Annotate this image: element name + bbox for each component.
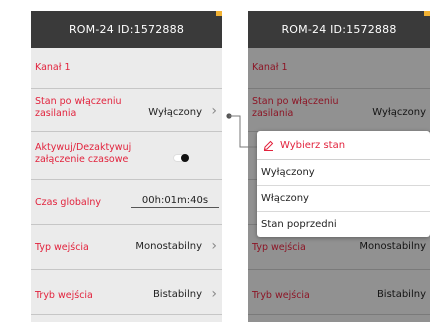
toggle-knob bbox=[181, 154, 189, 162]
input-mode-value: Bistabilny bbox=[152, 289, 202, 300]
device-title: ROM-24 ID:1572888 bbox=[68, 23, 185, 36]
device-title: ROM-24 ID:1572888 bbox=[281, 23, 397, 36]
input-type-row[interactable]: Typ wejścia Monostabilny › bbox=[31, 225, 222, 270]
global-time-label: Czas globalny bbox=[35, 197, 102, 208]
input-type-label: Typ wejścia bbox=[35, 242, 89, 253]
header-accent bbox=[216, 11, 222, 16]
power-on-state-row[interactable]: Stan po włączeniu zasilania Wyłączony › bbox=[31, 89, 222, 132]
option-on[interactable]: Włączony bbox=[257, 186, 430, 212]
timer-toggle-label: Aktywuj/Dezaktywuj załączenie czasowe bbox=[35, 142, 132, 165]
chevron-right-icon: › bbox=[211, 103, 217, 119]
global-time-input[interactable]: 00h:01m:40s bbox=[131, 195, 219, 208]
global-time-row: Czas globalny 00h:01m:40s bbox=[31, 180, 222, 225]
channel-label: Kanał 1 bbox=[35, 62, 71, 73]
app-header: ROM-24 ID:1572888 bbox=[31, 11, 222, 48]
chevron-right-icon: › bbox=[211, 238, 217, 254]
app-header: ROM-24 ID:1572888 bbox=[248, 11, 430, 48]
power-on-state-value: Wyłączony bbox=[148, 107, 202, 118]
input-mode-row[interactable]: Tryb wejścia Bistabilny › bbox=[31, 270, 222, 315]
dialog-title: Wybierz stan bbox=[257, 131, 430, 160]
option-previous-state[interactable]: Stan poprzedni bbox=[257, 212, 430, 237]
input-type-value: Monostabilny bbox=[135, 241, 202, 252]
channel-row: Kanał 1 bbox=[31, 48, 222, 89]
option-off[interactable]: Wyłączony bbox=[257, 160, 430, 186]
input-mode-label: Tryb wejścia bbox=[35, 290, 93, 301]
phone-screen-left: ROM-24 ID:1572888 Kanał 1 Stan po włącze… bbox=[31, 11, 222, 322]
timer-toggle-row: Aktywuj/Dezaktywuj załączenie czasowe bbox=[31, 132, 222, 180]
pencil-icon bbox=[263, 140, 274, 151]
power-on-state-label: Stan po włączeniu zasilania bbox=[35, 96, 122, 119]
header-accent bbox=[424, 11, 430, 16]
chevron-right-icon: › bbox=[211, 286, 217, 302]
select-state-dialog: Wybierz stan Wyłączony Włączony Stan pop… bbox=[257, 131, 430, 237]
dialog-title-text: Wybierz stan bbox=[280, 139, 346, 151]
timer-toggle-switch[interactable] bbox=[173, 154, 189, 162]
